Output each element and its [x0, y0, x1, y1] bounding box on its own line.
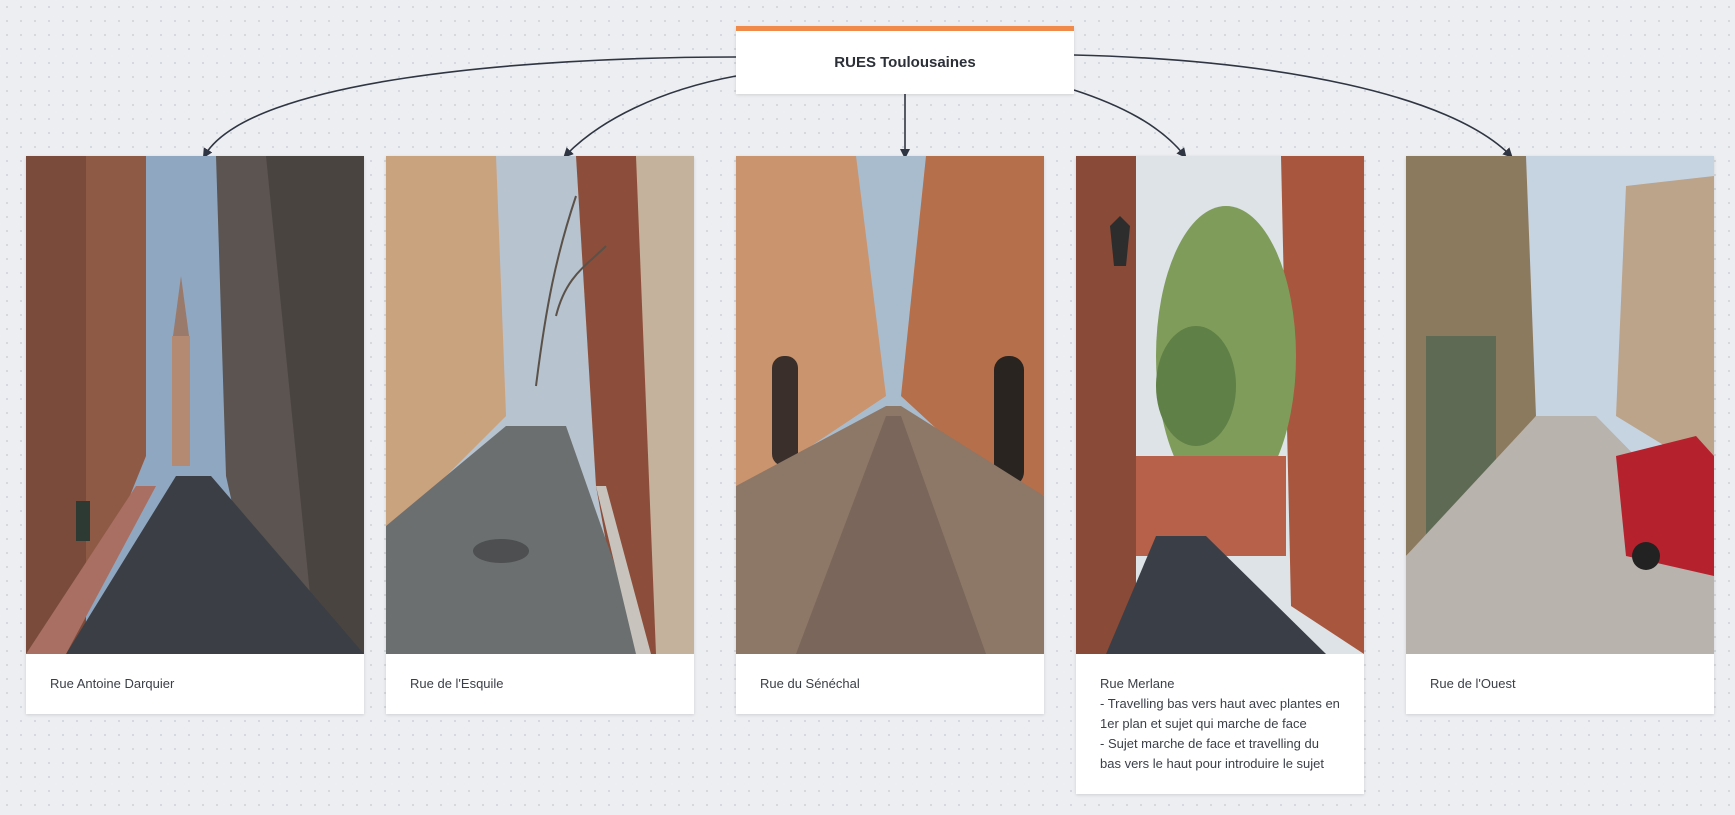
card-caption: Rue de l'Esquile	[386, 654, 694, 714]
street-photo	[386, 156, 694, 654]
connector-to-card-2	[563, 75, 737, 158]
connector-to-card-5	[1073, 54, 1513, 158]
street-photo	[736, 156, 1044, 654]
caption-line: Rue Antoine Darquier	[50, 676, 175, 691]
caption-line: Rue de l'Ouest	[1430, 676, 1516, 691]
card-caption: Rue Antoine Darquier	[26, 654, 364, 714]
caption-line: Rue du Sénéchal	[760, 676, 860, 691]
street-card-2[interactable]: Rue de l'Esquile	[386, 156, 694, 714]
central-topic-card[interactable]: RUES Toulousaines	[736, 26, 1074, 94]
street-card-1[interactable]: Rue Antoine Darquier	[26, 156, 364, 714]
street-card-5[interactable]: Rue de l'Ouest	[1406, 156, 1714, 714]
card-caption: Rue Merlane - Travelling bas vers haut a…	[1076, 654, 1364, 794]
central-topic-title: RUES Toulousaines	[834, 54, 976, 71]
caption-line: Rue de l'Esquile	[410, 676, 504, 691]
caption-line: - Travelling bas vers haut avec plantes …	[1100, 696, 1340, 711]
street-photo	[1076, 156, 1364, 654]
caption-line: - Sujet marche de face et travelling du	[1100, 736, 1319, 751]
street-photo	[1406, 156, 1714, 654]
connector-to-card-1	[202, 56, 737, 159]
card-caption: Rue du Sénéchal	[736, 654, 1044, 714]
street-card-4[interactable]: Rue Merlane - Travelling bas vers haut a…	[1076, 156, 1364, 794]
street-photo	[26, 156, 364, 654]
caption-line: bas vers le haut pour introduire le suje…	[1100, 756, 1325, 771]
caption-line: Rue Merlane	[1100, 676, 1175, 691]
connector-to-card-4	[1073, 89, 1187, 159]
mindmap-board: RUES Toulousaines Rue Antoine Darquier R…	[0, 0, 1735, 815]
caption-line: 1er plan et sujet qui marche de face	[1100, 716, 1307, 731]
street-card-3[interactable]: Rue du Sénéchal	[736, 156, 1044, 714]
card-caption: Rue de l'Ouest	[1406, 654, 1714, 714]
